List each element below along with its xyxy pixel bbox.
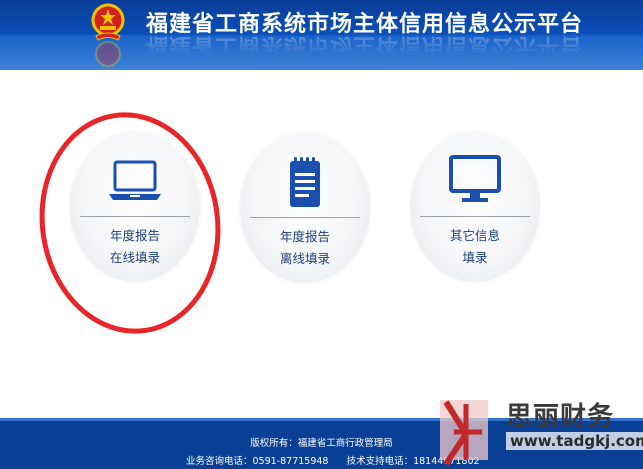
national-emblem-icon — [91, 3, 125, 41]
card-other-info[interactable]: 其它信息 填录 — [410, 132, 540, 282]
monitor-icon — [449, 155, 501, 202]
watermark-name: 思丽财务 — [506, 402, 615, 432]
card-label-line1: 年度报告 — [279, 229, 330, 244]
emblem-reflection — [95, 41, 121, 67]
card-annual-report-offline[interactable]: 年度报告 离线填录 — [240, 133, 370, 283]
site-title-reflection: 福建省工商系统市场主体信用信息公示平台 — [146, 33, 584, 58]
watermark-logo-icon — [440, 400, 488, 466]
card-divider — [420, 216, 530, 217]
highlight-circle-annotation — [25, 100, 235, 346]
header-banner: 福建省工商系统市场主体信用信息公示平台 福建省工商系统市场主体信用信息公示平台 — [0, 0, 643, 70]
watermark-url: www.tadgkj.com — [506, 432, 643, 450]
card-divider — [250, 217, 360, 218]
notepad-icon — [290, 157, 320, 207]
card-label-line2: 离线填录 — [279, 251, 330, 266]
card-label-line2: 填录 — [462, 250, 488, 265]
card-label-line1: 其它信息 — [449, 228, 500, 243]
